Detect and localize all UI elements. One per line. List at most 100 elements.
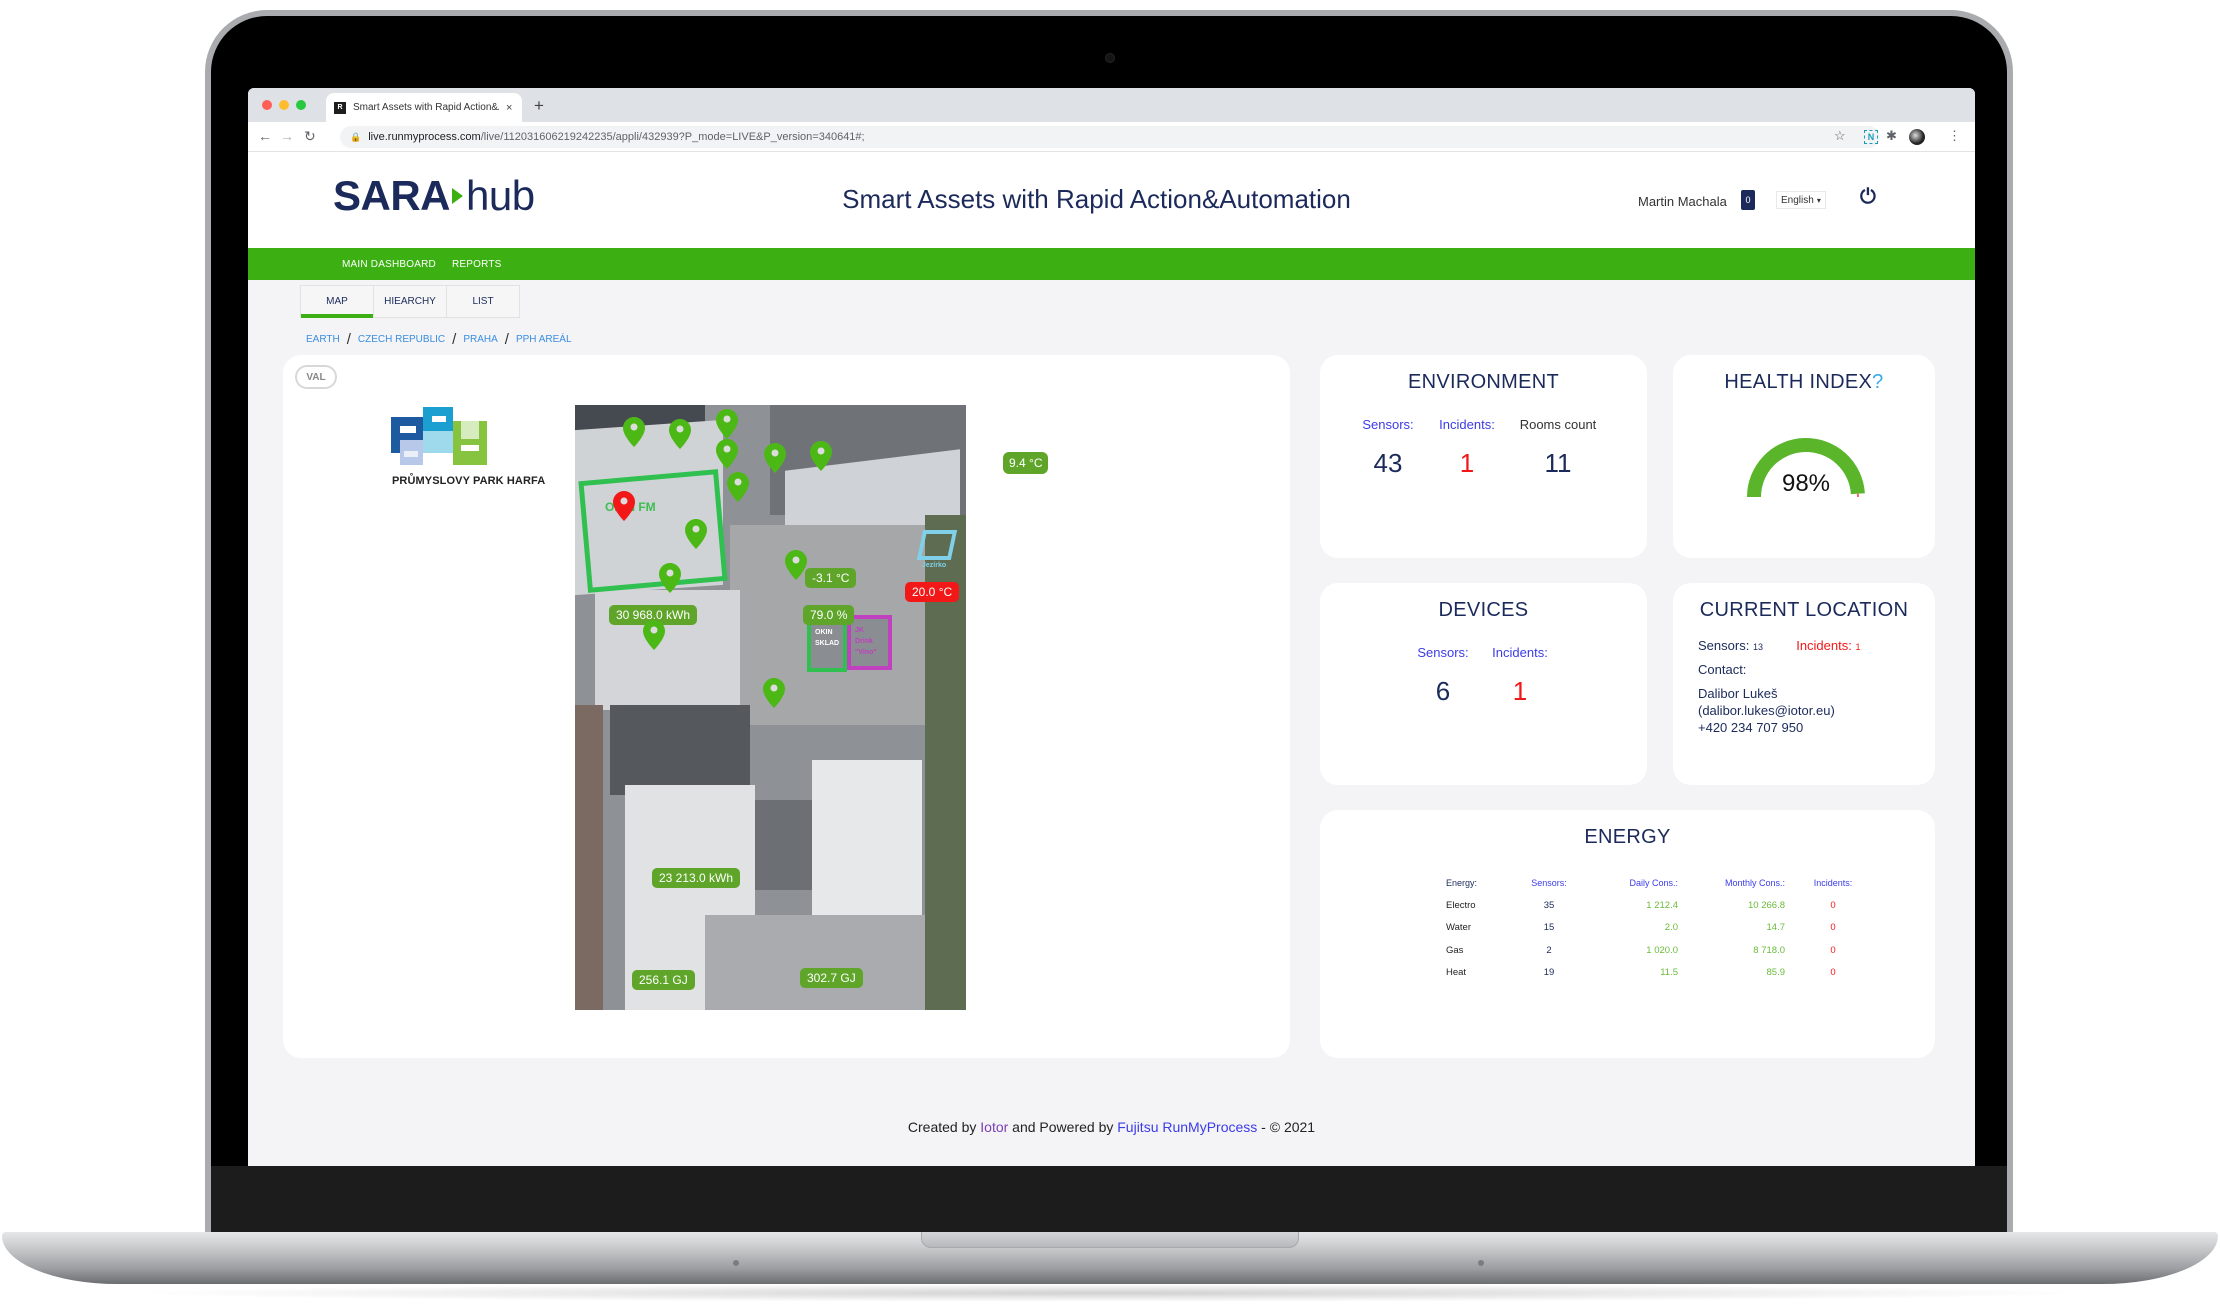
- map-value-label[interactable]: 302.7 GJ: [800, 968, 863, 988]
- breadcrumb-pph-areal[interactable]: PPH AREÁL: [516, 334, 572, 345]
- sensor-count: 2: [1546, 944, 1552, 956]
- devices-title: DEVICES: [1438, 599, 1529, 621]
- map-card: VAL PRŮMYSLOVY PARK HARFA FM OKIN SKLAD …: [283, 355, 1290, 1058]
- satellite-map[interactable]: OKIN FM OKINSKLAD JKDrink"Vino" Jezírko …: [575, 405, 966, 1010]
- footer-creator-link[interactable]: Iotor: [980, 1119, 1008, 1135]
- daily-consumption: 1 020.0: [1646, 944, 1678, 956]
- language-select[interactable]: English ▾: [1776, 191, 1826, 209]
- reload-icon[interactable]: ↻: [304, 128, 316, 145]
- breadcrumb-separator: /: [346, 331, 351, 348]
- monthly-consumption: 8 718.0: [1753, 944, 1785, 956]
- tab-hierarchy[interactable]: HIEARCHY: [373, 285, 447, 318]
- maximize-window-button[interactable]: [296, 100, 306, 110]
- laptop-foot: [1478, 1260, 1484, 1266]
- close-tab-icon[interactable]: ×: [506, 102, 512, 114]
- energy-type: Gas: [1446, 944, 1464, 956]
- map-value-label[interactable]: 256.1 GJ: [632, 970, 695, 990]
- webcam: [1105, 53, 1115, 63]
- tab-map[interactable]: MAP: [300, 285, 374, 318]
- col-sensors: Sensors:: [1531, 878, 1567, 888]
- forward-arrow-icon[interactable]: →: [280, 128, 294, 144]
- zone-label-jezirko: Jezírko: [922, 562, 947, 569]
- energy-type: Electro: [1446, 899, 1476, 911]
- contact-email[interactable]: (dalibor.lukes@iotor.eu): [1698, 702, 1835, 719]
- browser-tab[interactable]: R Smart Assets with Rapid Action&Automat…: [326, 93, 522, 122]
- map-pin-icon[interactable]: [727, 472, 749, 502]
- profile-avatar[interactable]: [1909, 129, 1925, 145]
- breadcrumb-czech-republic[interactable]: CZECH REPUBLIC: [358, 334, 445, 345]
- health-title-text: HEALTH INDEX: [1724, 371, 1873, 393]
- minimize-window-button[interactable]: [279, 100, 289, 110]
- map-building-edge: [575, 705, 603, 1010]
- map-pin-icon[interactable]: [763, 678, 785, 708]
- location-title: CURRENT LOCATION: [1699, 599, 1909, 621]
- map-value-label[interactable]: 23 213.0 kWh: [652, 868, 741, 888]
- map-value-label[interactable]: -3.1 °C: [805, 568, 857, 588]
- extension-n-icon[interactable]: N: [1864, 130, 1878, 144]
- breadcrumb-separator: /: [452, 331, 457, 348]
- map-pin-icon[interactable]: [643, 620, 665, 650]
- map-pin-icon[interactable]: [669, 419, 691, 449]
- extensions-puzzle-icon[interactable]: ✱: [1886, 128, 1897, 144]
- map-pin-icon[interactable]: [716, 439, 738, 469]
- map-pin-icon[interactable]: [685, 519, 707, 549]
- address-bar[interactable]: 🔒 live.runmyprocess.com/live/11203160621…: [340, 126, 1880, 148]
- loc-sensors-label: Sensors:: [1698, 638, 1750, 653]
- map-building-dark: [610, 705, 750, 795]
- nav-reports[interactable]: REPORTS: [452, 259, 502, 270]
- browser-tab-bar: R Smart Assets with Rapid Action&Automat…: [248, 88, 1975, 122]
- footer-platform-link[interactable]: Fujitsu RunMyProcess: [1117, 1119, 1257, 1135]
- laptop-foot: [733, 1260, 739, 1266]
- contact-name: Dalibor Lukeš: [1698, 686, 1778, 701]
- breadcrumb-earth[interactable]: EARTH: [306, 334, 340, 345]
- map-pin-icon[interactable]: [659, 563, 681, 593]
- nav-main-dashboard[interactable]: MAIN DASHBOARD: [342, 259, 436, 270]
- health-help-icon[interactable]: ?: [1872, 371, 1883, 393]
- env-incidents-label: Incidents:: [1439, 417, 1495, 432]
- laptop-bezel-bottom: [211, 1166, 2007, 1238]
- env-rooms-label: Rooms count: [1519, 417, 1597, 432]
- map-alert-label[interactable]: 20.0 °C: [905, 582, 960, 602]
- contact-phone[interactable]: +420 234 707 950: [1698, 719, 1803, 736]
- map-pin-icon[interactable]: [810, 441, 832, 471]
- contact-label: Contact:: [1698, 662, 1747, 677]
- daily-consumption: 11.5: [1660, 967, 1678, 979]
- health-gauge: 98%: [1747, 438, 1865, 498]
- map-pin-alert-icon[interactable]: [613, 491, 635, 521]
- devices-stats: Sensors: 6 Incidents: 1: [1410, 645, 1560, 707]
- footer: Created by Iotor and Powered by Fujitsu …: [248, 1119, 1975, 1135]
- zone-jezirko[interactable]: [916, 530, 958, 560]
- energy-table-header: Energy: Sensors: Daily Cons.: Monthly Co…: [1446, 872, 1881, 894]
- chrome-menu-icon[interactable]: ⋮: [1948, 128, 1961, 144]
- pph-site-logo: [391, 407, 487, 465]
- environment-stats: Sensors: 43 Incidents: 1 Rooms count 11: [1358, 417, 1608, 479]
- site-logo-caption: PRŮMYSLOVY PARK HARFA: [392, 475, 546, 487]
- energy-card: ENERGY Energy: Sensors: Daily Cons.: Mon…: [1320, 810, 1935, 1058]
- bookmark-star-icon[interactable]: ☆: [1834, 128, 1846, 144]
- incident-count: 0: [1830, 967, 1836, 979]
- outside-temperature-label[interactable]: 9.4 °C: [1003, 452, 1049, 474]
- user-name[interactable]: Martin Machala: [1638, 194, 1727, 209]
- map-pin-icon[interactable]: [623, 417, 645, 447]
- close-window-button[interactable]: [262, 100, 272, 110]
- main-nav: MAIN DASHBOARD REPORTS: [248, 248, 1975, 280]
- map-pin-icon[interactable]: [764, 443, 786, 473]
- daily-consumption: 2.0: [1664, 922, 1678, 934]
- map-pin-icon[interactable]: [785, 550, 807, 580]
- map-building-dark: [755, 800, 815, 890]
- map-value-label[interactable]: 79.0 %: [803, 605, 855, 625]
- back-arrow-icon[interactable]: ←: [258, 128, 272, 144]
- power-logout-icon[interactable]: ⏻: [1860, 186, 1876, 209]
- energy-type: Heat: [1446, 967, 1467, 979]
- laptop-mockup: R Smart Assets with Rapid Action&Automat…: [0, 0, 2220, 1310]
- breadcrumb-praha[interactable]: PRAHA: [463, 334, 497, 345]
- lock-icon: 🔒: [350, 131, 362, 142]
- map-pin-icon[interactable]: [716, 409, 738, 439]
- notification-badge[interactable]: 0: [1741, 190, 1755, 210]
- val-toggle-chip[interactable]: VAL: [295, 365, 337, 389]
- tab-list[interactable]: LIST: [446, 285, 520, 318]
- energy-row: Electro 35 1 212.4 10 266.8 0: [1446, 894, 1881, 917]
- new-tab-button[interactable]: +: [534, 96, 544, 116]
- url-host: live.runmyprocess.com: [368, 131, 481, 143]
- laptop-shadow: [120, 1284, 2100, 1302]
